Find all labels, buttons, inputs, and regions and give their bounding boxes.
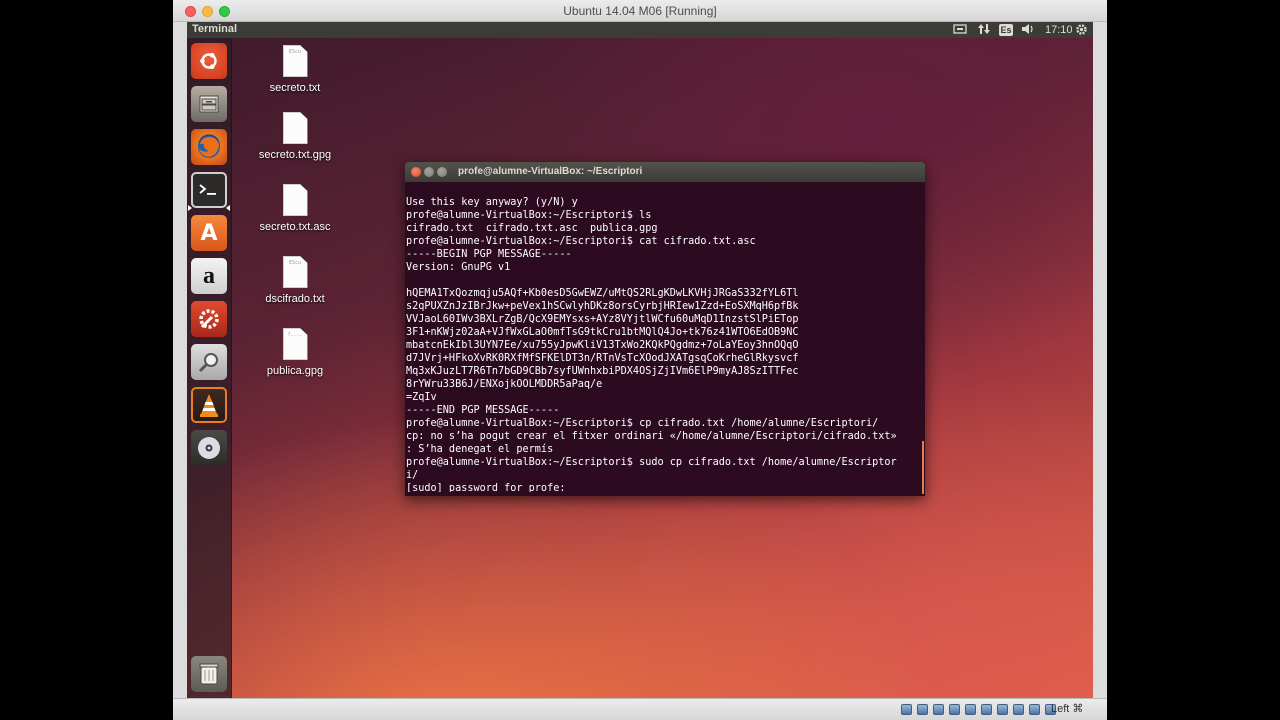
terminal-line: hQEMA1TxQozmqju5AQf+Kb0esD5GwEWZ/uMtQS2R…	[406, 288, 799, 299]
host-key-indicator[interactable]: Left ⌘	[1051, 702, 1083, 715]
magnifier-icon	[198, 353, 218, 373]
terminal-line: [sudo] password for profe:	[406, 483, 572, 492]
desktop-file-label: publica.gpg	[266, 365, 324, 377]
terminal-line: profe@alumne-VirtualBox:~/Escriptori$ su…	[406, 457, 897, 468]
network-icon[interactable]	[953, 23, 967, 37]
virtualbox-window-title: Ubuntu 14.04 M06 [Running]	[563, 4, 717, 18]
firefox-launcher-item[interactable]	[191, 129, 227, 165]
active-app-title: Terminal	[192, 23, 238, 35]
unity-launcher: A a	[187, 38, 232, 698]
display-icon[interactable]	[997, 704, 1008, 715]
terminal-output[interactable]: Use this key anyway? (y/N) y profe@alumne…	[406, 196, 918, 492]
terminal-line: cifrado.txt cifrado.txt.asc publica.gpg	[406, 223, 658, 234]
desktop-file-label: secreto.txt	[269, 82, 321, 94]
terminal-launcher-item[interactable]	[191, 172, 227, 208]
terminal-line: d7JVrj+HFkoXvRK0RXfMfSFKElDT3n/RTnVsTcXO…	[406, 353, 799, 364]
desktop-file-publica-gpg[interactable]: ?,... publica.gpg	[255, 328, 335, 377]
clock[interactable]: 17:10	[1045, 23, 1073, 37]
virtualbox-titlebar: Ubuntu 14.04 M06 [Running]	[173, 0, 1107, 22]
running-indicator	[188, 205, 192, 211]
vlc-cone-icon	[200, 394, 218, 417]
firefox-icon	[198, 136, 220, 158]
terminal-line: profe@alumne-VirtualBox:~/Escriptori$ ls	[406, 210, 652, 221]
hard-disk-icon[interactable]	[901, 704, 912, 715]
trash-icon	[199, 663, 219, 685]
gear-icon[interactable]	[1075, 23, 1088, 37]
settings-wrench-icon	[199, 309, 219, 329]
desktop-file-label: secreto.txt.asc	[259, 221, 331, 233]
terminal-line: VVJaoL60IWv3BXLrZgB/QcX9EMYsxs+AYz8VYjtl…	[406, 314, 799, 325]
terminal-minimize-button[interactable]	[424, 167, 434, 177]
terminal-line: profe@alumne-VirtualBox:~/Escriptori$ ca…	[406, 236, 756, 247]
vlc-launcher-item[interactable]	[191, 387, 227, 423]
keyboard-lang-icon[interactable]: Es	[999, 24, 1013, 36]
file-cabinet-icon	[199, 95, 219, 113]
terminal-line: profe@alumne-VirtualBox:~/Escriptori$ cp…	[406, 418, 879, 429]
virtualbox-status-bar: Left ⌘	[173, 698, 1107, 720]
terminal-line: 3F1+nKWjz02aA+VJfWxGLaO0mfTsG9tkCru1btMQ…	[406, 327, 799, 338]
terminal-line: i/	[406, 470, 419, 481]
terminal-line: 8rYWru33B6J/ENXojkOOLMDDR5aPaq/e	[406, 379, 603, 390]
terminal-line: Version: GnuPG v1	[406, 262, 511, 273]
usb-icon[interactable]	[965, 704, 976, 715]
ubuntu-desktop: Terminal Es 17:10 A a EScu secreto.txt s…	[187, 22, 1093, 698]
terminal-line: -----END PGP MESSAGE-----	[406, 405, 560, 416]
document-file-icon	[282, 184, 308, 216]
document-file-icon	[282, 112, 308, 144]
terminal-line: : S’ha denegat el permís	[406, 444, 554, 455]
optical-drive-icon[interactable]	[917, 704, 928, 715]
terminal-line: =ZqIv	[406, 392, 437, 403]
software-center-launcher-item[interactable]: A	[191, 215, 227, 251]
desktop-file-label: dscifrado.txt	[265, 293, 325, 305]
terminal-prompt-icon	[199, 184, 216, 195]
terminal-title: profe@alumne-VirtualBox: ~/Escriptori	[458, 166, 643, 177]
shared-folders-icon[interactable]	[981, 704, 992, 715]
desktop-file-secreto-txt-asc[interactable]: secreto.txt.asc	[255, 184, 335, 233]
terminal-line: -----BEGIN PGP MESSAGE-----	[406, 249, 572, 260]
ubuntu-logo-icon	[200, 53, 217, 69]
system-settings-launcher-item[interactable]	[191, 301, 227, 337]
trash-launcher-item[interactable]	[191, 656, 227, 692]
dash-home-button[interactable]	[191, 43, 227, 79]
desktop-file-secreto-txt[interactable]: EScu secreto.txt	[255, 45, 335, 94]
terminal-selection-marker	[922, 441, 924, 494]
terminal-line: Use this key anyway? (y/N) y	[406, 197, 578, 208]
terminal-line: cp: no s’ha pogut crear el fitxer ordina…	[406, 431, 897, 442]
cpu-icon[interactable]	[1029, 704, 1040, 715]
audio-icon[interactable]	[933, 704, 944, 715]
dvd-launcher-item[interactable]	[191, 430, 227, 466]
terminal-maximize-button[interactable]	[437, 167, 447, 177]
terminal-titlebar[interactable]: profe@alumne-VirtualBox: ~/Escriptori	[405, 162, 925, 182]
terminal-line: Mq3xKJuzLT7R6Tn7bGD9CBb7syfUWnhxbiPDX4OS…	[406, 366, 799, 377]
desktop-file-secreto-txt-gpg[interactable]: secreto.txt.gpg	[255, 112, 335, 161]
volume-icon[interactable]	[1021, 23, 1035, 37]
text-file-icon: ?,...	[282, 328, 308, 360]
terminal-window[interactable]: profe@alumne-VirtualBox: ~/Escriptori Us…	[405, 162, 925, 496]
desktop-file-label: secreto.txt.gpg	[258, 149, 332, 161]
focused-indicator	[226, 205, 230, 211]
disc-icon	[198, 437, 220, 459]
terminal-line: s2qPUXZnJzIBrJkw+peVex1hSCwlyhDKz8orsCyr…	[406, 301, 799, 312]
terminal-line: mbatcnEkIbl3UYN7Ee/xu755yJpwKliV13TxWo2K…	[406, 340, 799, 351]
text-file-icon: EScu	[282, 256, 308, 288]
terminal-close-button[interactable]	[411, 167, 421, 177]
files-launcher-item[interactable]	[191, 86, 227, 122]
search-launcher-item[interactable]	[191, 344, 227, 380]
sort-arrows-icon[interactable]	[977, 23, 991, 37]
desktop-file-dscifrado-txt[interactable]: EScu dscifrado.txt	[255, 256, 335, 305]
ubuntu-top-panel: Terminal Es 17:10	[187, 22, 1093, 38]
text-file-icon: EScu	[282, 45, 308, 77]
amazon-launcher-item[interactable]: a	[191, 258, 227, 294]
network-adapter-icon[interactable]	[949, 704, 960, 715]
virtualbox-window: Ubuntu 14.04 M06 [Running] Terminal Es 1…	[173, 0, 1107, 720]
video-capture-icon[interactable]	[1013, 704, 1024, 715]
